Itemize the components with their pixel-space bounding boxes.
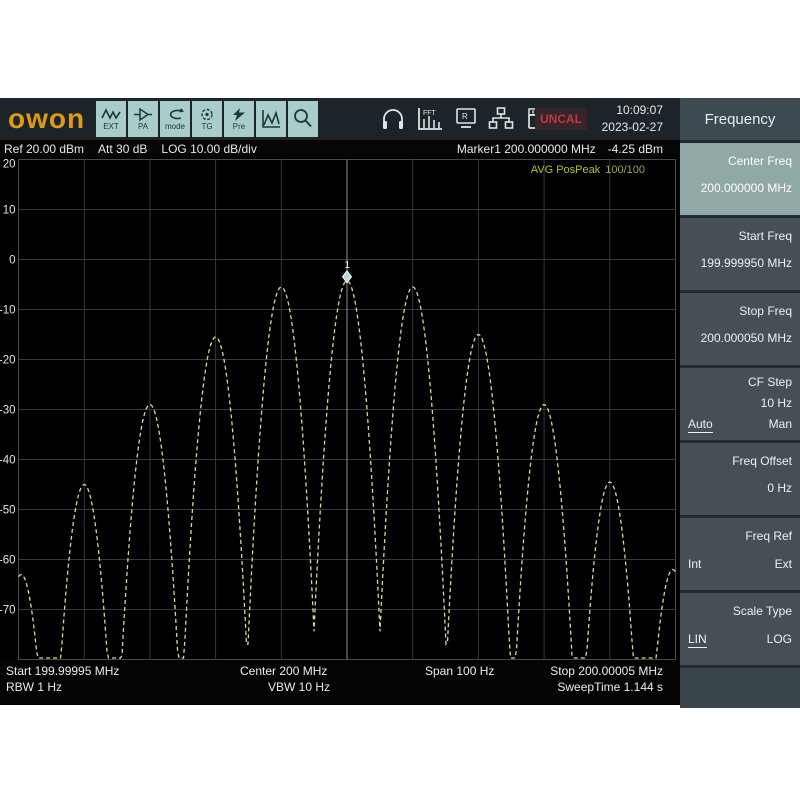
center-freq-readout: Center 200 MHz: [240, 664, 327, 678]
stop-freq-readout: Stop 200.00005 MHz: [550, 664, 663, 678]
frequency-readout-bar: Start 199.99995 MHz Center 200 MHz Span …: [0, 660, 680, 705]
option-ext[interactable]: Ext: [775, 557, 792, 571]
svg-text:-10: -10: [0, 305, 16, 317]
svg-text:-40: -40: [0, 455, 16, 467]
svg-text:-30: -30: [0, 405, 16, 417]
remote-display-icon: R: [454, 106, 478, 132]
datetime-display: 10:09:07 2023-02-27: [602, 102, 663, 136]
menu-button-value: 10 Hz: [688, 396, 792, 410]
top-toolbar: owon EXT PA mode: [0, 98, 680, 140]
menu-button-label: Scale Type: [688, 604, 792, 618]
menu-option-row: Int Ext: [688, 557, 792, 571]
lightning-icon: [229, 107, 249, 122]
toolbar-button-caption: PA: [138, 122, 148, 131]
marker-number: 1: [345, 260, 351, 271]
clock-date: 2023-02-27: [602, 119, 663, 136]
menu-center-freq[interactable]: Center Freq 200.000000 MHz: [680, 143, 800, 215]
headphones-icon: [380, 106, 406, 132]
option-man[interactable]: Man: [769, 417, 792, 433]
menu-stop-freq[interactable]: Stop Freq 200.000050 MHz: [680, 293, 800, 365]
attenuation-readout: Att 30 dB: [98, 142, 147, 156]
toolbar-button-caption: mode: [165, 122, 185, 131]
zoom-search-button[interactable]: [288, 101, 318, 137]
tracking-generator-button[interactable]: TG: [192, 101, 222, 137]
amplifier-icon: [133, 107, 153, 122]
toolbar-button-caption: EXT: [103, 122, 119, 131]
menu-freq-offset[interactable]: Freq Offset 0 Hz: [680, 443, 800, 515]
menu-title: Frequency: [680, 98, 800, 140]
menu-cf-step[interactable]: CF Step 10 Hz Auto Man: [680, 368, 800, 440]
svg-text:-50: -50: [0, 505, 16, 517]
option-log[interactable]: LOG: [767, 632, 792, 648]
menu-start-freq[interactable]: Start Freq 199.999950 MHz: [680, 218, 800, 290]
menu-button-label: Freq Ref: [688, 529, 792, 543]
menu-scale-type[interactable]: Scale Type LIN LOG: [680, 593, 800, 665]
svg-text:FFT: FFT: [423, 110, 437, 117]
svg-text:0: 0: [9, 255, 15, 267]
start-freq-readout: Start 199.99995 MHz: [6, 664, 119, 678]
fft-display-icon: FFT: [415, 106, 445, 132]
spectrum-analyzer-screen: owon EXT PA mode: [0, 98, 800, 705]
status-icons: FFT R: [380, 106, 546, 132]
svg-text:-70: -70: [0, 605, 16, 617]
menu-button-label: Center Freq: [688, 154, 792, 168]
rbw-readout: RBW 1 Hz: [6, 680, 62, 694]
menu-button-label: CF Step: [688, 375, 792, 389]
loop-arrows-icon: [165, 107, 185, 122]
span-readout: Span 100 Hz: [425, 664, 494, 678]
magnifier-icon: [291, 107, 315, 131]
menu-button-value: 200.000050 MHz: [688, 331, 792, 345]
menu-option-row: Auto Man: [688, 417, 792, 433]
marker-amplitude-readout: -4.25 dBm: [608, 142, 663, 156]
spectrum-display[interactable]: 20 10 0 -10 -20 -30 -40 -50 -60 -70 1 AVG PosPeak 1…: [0, 158, 680, 660]
marker-frequency-readout: Marker1 200.000000 MHz: [457, 142, 596, 156]
target-circle-icon: [197, 107, 217, 122]
trace-mode-label: AVG PosPeak 100/100: [531, 164, 645, 176]
settings-readout-bar: Ref 20.00 dBm Att 30 dB LOG 10.00 dB/div M…: [0, 140, 680, 158]
trace-view-button[interactable]: [256, 101, 286, 137]
sweep-time-readout: SweepTime 1.144 s: [557, 680, 663, 694]
preamp-button[interactable]: PA: [128, 101, 158, 137]
preset-button[interactable]: Pre: [224, 101, 254, 137]
ext-trigger-button[interactable]: EXT: [96, 101, 126, 137]
log-scale-readout: LOG 10.00 dB/div: [161, 142, 256, 156]
svg-text:-60: -60: [0, 555, 16, 567]
svg-text:10: 10: [3, 205, 16, 217]
ref-level-readout: Ref 20.00 dBm: [4, 142, 84, 156]
spectrum-plot: 20 10 0 -10 -20 -30 -40 -50 -60 -70 1: [0, 158, 680, 660]
menu-button-label: Stop Freq: [688, 304, 792, 318]
menu-option-row: LIN LOG: [688, 632, 792, 648]
waveform-icon: [101, 107, 121, 122]
svg-text:20: 20: [3, 159, 16, 171]
empty-menu-slot: [680, 668, 800, 708]
menu-button-value: 199.999950 MHz: [688, 256, 792, 270]
average-count: 100/100: [605, 164, 645, 176]
option-int[interactable]: Int: [688, 557, 701, 571]
frequency-menu-panel: Frequency Center Freq 200.000000 MHz Start…: [680, 98, 800, 705]
toolbar-button-caption: TG: [201, 122, 212, 131]
svg-text:-20: -20: [0, 355, 16, 367]
menu-button-label: Start Freq: [688, 229, 792, 243]
toolbar-buttons: EXT PA mode TG: [96, 101, 318, 137]
marker-diamond: [343, 271, 352, 283]
option-lin[interactable]: LIN: [688, 632, 707, 648]
svg-text:R: R: [462, 112, 468, 121]
clock-time: 10:09:07: [602, 102, 663, 119]
uncal-warning-badge: UNCAL: [535, 108, 587, 130]
option-auto[interactable]: Auto: [688, 417, 713, 433]
menu-buttons: Center Freq 200.000000 MHz Start Freq 199.9…: [680, 143, 800, 665]
menu-button-value: 0 Hz: [688, 481, 792, 495]
menu-button-value: 200.000000 MHz: [688, 181, 792, 195]
toolbar-button-caption: Pre: [233, 122, 245, 131]
lan-network-icon: [487, 106, 515, 132]
menu-button-label: Freq Offset: [688, 454, 792, 468]
mode-button[interactable]: mode: [160, 101, 190, 137]
menu-freq-ref[interactable]: Freq Ref Int Ext: [680, 518, 800, 590]
brand-logo: owon: [8, 103, 85, 135]
vbw-readout: VBW 10 Hz: [268, 680, 330, 694]
avg-pospeak-label: AVG PosPeak: [531, 164, 601, 176]
trace-chart-icon: [259, 107, 283, 131]
